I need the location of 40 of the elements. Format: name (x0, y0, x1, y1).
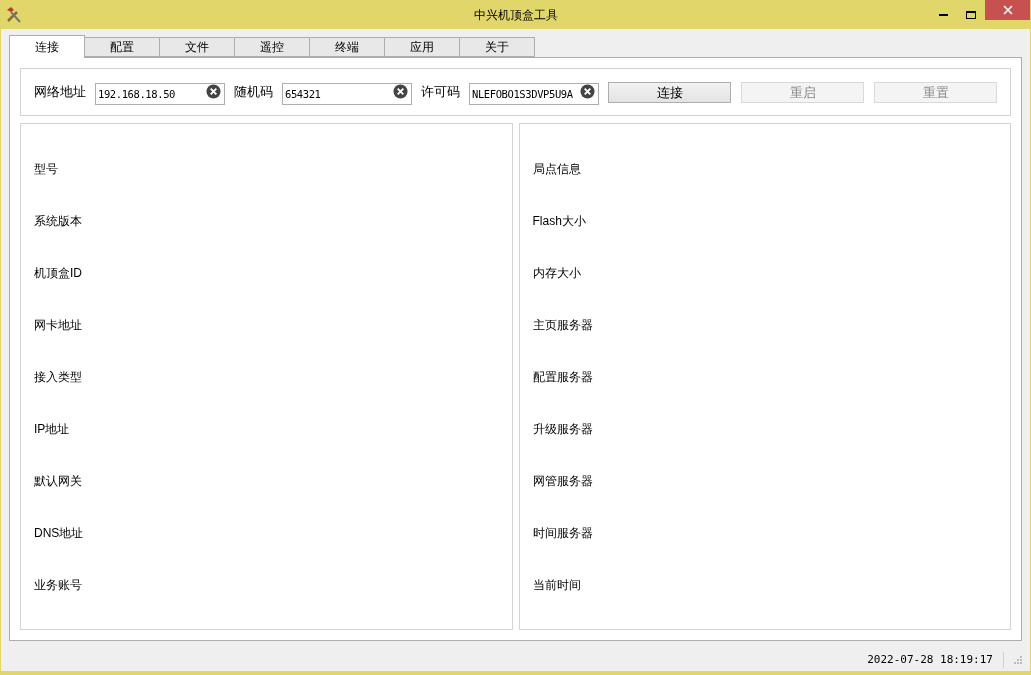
action-button[interactable]: 连接 (608, 81, 731, 103)
info-label: Flash大小 (532, 214, 586, 228)
tab[interactable]: 遥控 (235, 37, 310, 57)
info-label: 配置服务器 (532, 370, 593, 384)
tab[interactable]: 连接 (9, 35, 85, 58)
input-field[interactable]: 654321 (282, 83, 412, 105)
input-field[interactable]: NLEFOBO1S3DVP5U9A (469, 83, 599, 105)
info-label: 型号 (34, 162, 58, 176)
resize-grip-icon[interactable] (1014, 656, 1022, 664)
tab[interactable]: 终端 (310, 37, 385, 57)
info-label: 默认网关 (34, 474, 82, 488)
tab[interactable]: 关于 (460, 37, 535, 57)
info-label: 升级服务器 (532, 422, 593, 436)
info-label: 当前时间 (532, 578, 581, 592)
info-label: 机顶盒ID (34, 266, 82, 280)
info-label: 网管服务器 (532, 474, 593, 488)
hammer-icon (5, 5, 23, 24)
tab[interactable]: 文件 (160, 37, 235, 57)
info-label: 内存大小 (532, 266, 581, 280)
info-label: 系统版本 (34, 214, 82, 228)
clear-icon[interactable] (580, 84, 595, 99)
info-label: 业务账号 (34, 578, 82, 592)
info-label: DNS地址 (34, 526, 84, 540)
info-label: 主页服务器 (532, 318, 593, 332)
window-title: 中兴机顶盒工具 (473, 6, 558, 24)
close-icon (1002, 5, 1013, 15)
field-label: 许可码 (421, 83, 460, 102)
info-label: 局点信息 (532, 162, 581, 176)
tab[interactable]: 应用 (385, 37, 460, 57)
info-label: 网卡地址 (34, 318, 82, 332)
clear-icon[interactable] (393, 84, 408, 99)
info-label: 时间服务器 (532, 526, 593, 540)
clear-icon[interactable] (206, 84, 221, 99)
status-time: 2022-07-28 18:19:17 (867, 651, 993, 668)
input-field[interactable]: 192.168.18.50 (95, 83, 225, 105)
field-label: 网络地址 (34, 83, 86, 102)
info-label: IP地址 (34, 422, 70, 436)
info-label: 接入类型 (34, 370, 82, 384)
tab[interactable]: 配置 (85, 37, 160, 57)
field-label: 随机码 (234, 83, 273, 102)
